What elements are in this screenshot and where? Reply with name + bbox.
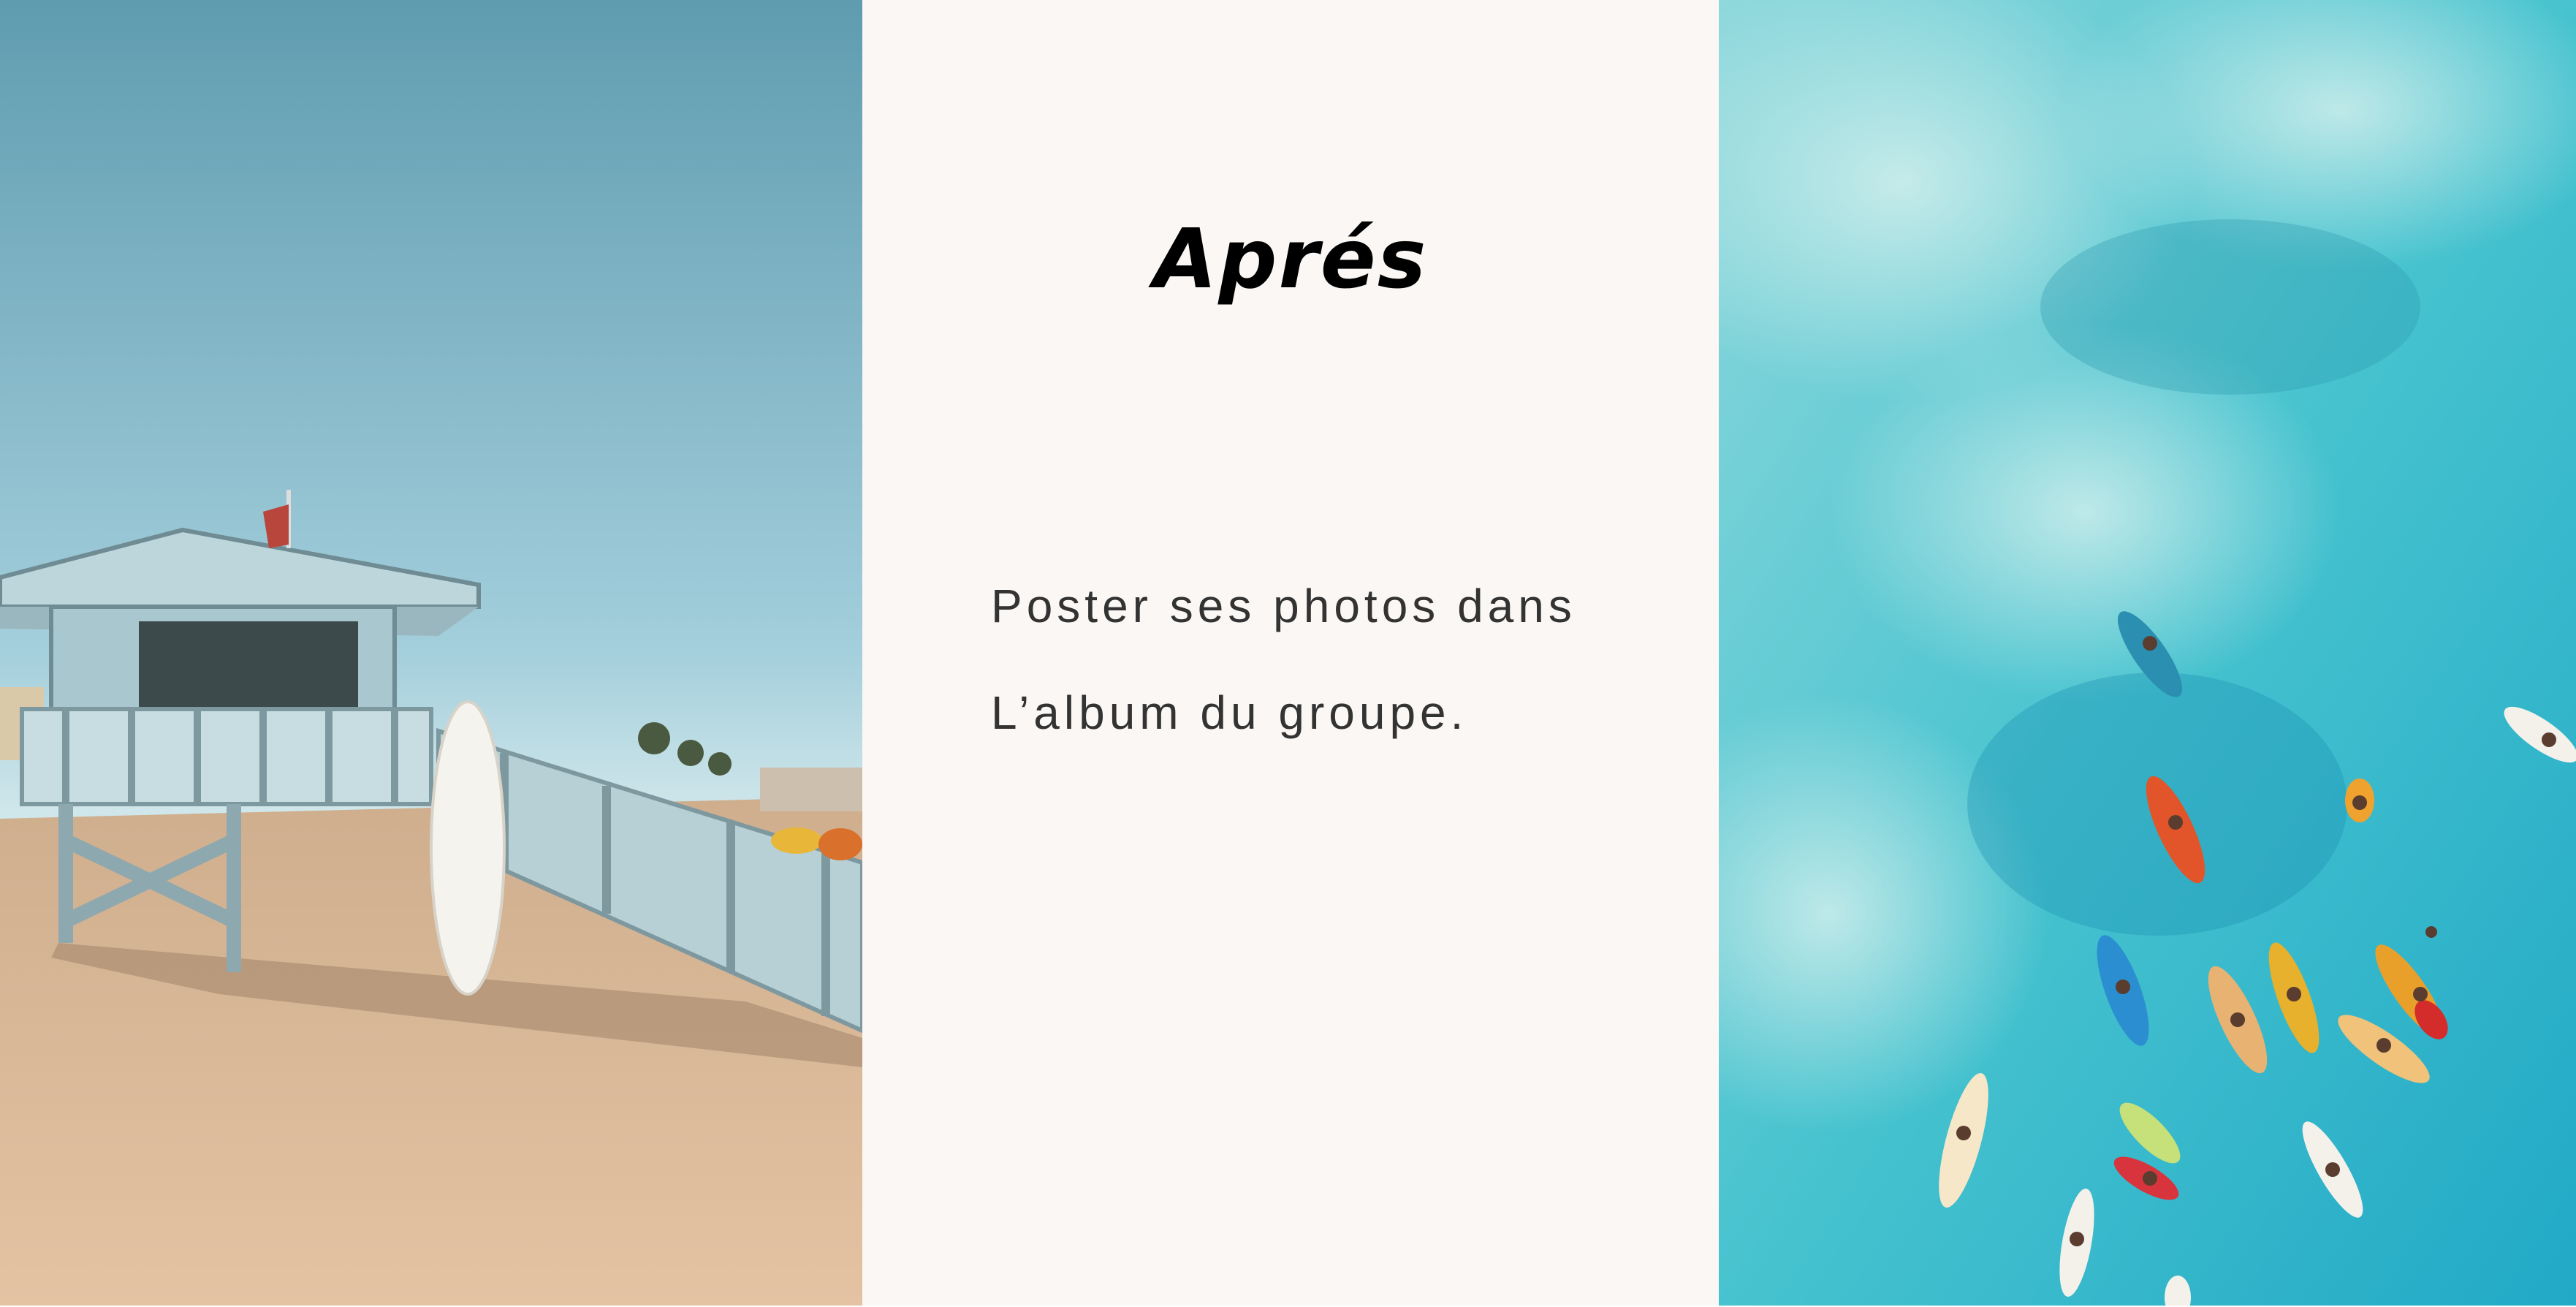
body-line-1: Poster ses photos dans: [991, 580, 1576, 632]
body-line-2: L’album du groupe.: [991, 686, 1468, 739]
surfers-aerial-photo: [1719, 0, 2576, 1307]
slide-title: Aprés: [1153, 212, 1428, 307]
slide: Aprés Poster ses photos dans L’album du …: [0, 0, 2576, 1307]
text-panel: Aprés Poster ses photos dans L’album du …: [862, 0, 1719, 1307]
slide-body: Poster ses photos dans L’album du groupe…: [991, 553, 1692, 766]
lifeguard-tower-photo: [0, 0, 862, 1307]
